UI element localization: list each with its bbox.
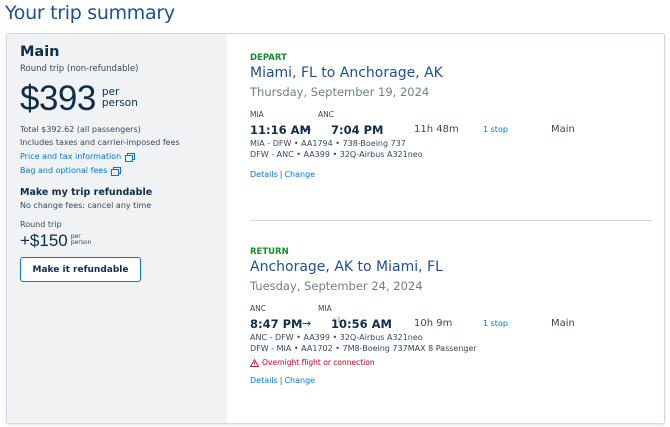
return-route: Anchorage, AK to Miami, FL	[250, 259, 443, 275]
flight-leg: MIA - DFW • AA1794 • 738-Boeing 737	[250, 139, 406, 148]
flight-leg: DFW - MIA • AA1702 • 7M8-Boeing 737MAX 8…	[250, 344, 477, 353]
origin-code: MIA	[250, 110, 264, 119]
price-row: $393 per person	[20, 79, 214, 120]
depart-segment: DEPART Miami, FL to Anchorage, AK Thursd…	[250, 53, 652, 179]
refund-unit-line2: person	[70, 239, 92, 246]
refund-price-row: +$150 per person	[20, 231, 214, 251]
day-difference: +1	[332, 317, 341, 324]
return-segment: RETURN Anchorage, AK to Miami, FL Tuesda…	[250, 247, 652, 385]
page-title: Your trip summary	[5, 2, 175, 24]
return-actions: Details | Change	[250, 376, 652, 385]
change-link[interactable]: Change	[284, 170, 315, 179]
cabin-title: Main	[20, 44, 60, 60]
cabin-class: Main	[551, 318, 575, 329]
refund-title: Make my trip refundable	[20, 187, 153, 198]
flight-leg: ANC - DFW • AA399 • 32Q-Airbus A321neo	[250, 333, 423, 342]
depart-label: DEPART	[250, 53, 287, 63]
return-times-row: 8:47 PM → 10:56 AM +1 10h 9m 1 stop Main	[250, 317, 652, 331]
details-link[interactable]: Details	[250, 376, 278, 385]
return-label: RETURN	[250, 247, 289, 257]
itinerary-panel: DEPART Miami, FL to Anchorage, AK Thursd…	[227, 34, 664, 423]
total-price: Total $392.62 (all passengers)	[20, 125, 141, 134]
price-amount: $393	[20, 79, 96, 118]
departure-time: 8:47 PM	[250, 317, 303, 331]
depart-route: Miami, FL to Anchorage, AK	[250, 65, 443, 81]
trip-summary-card: Main Round trip (non-refundable) $393 pe…	[6, 33, 665, 424]
refund-note: No change fees: cancel any time	[20, 201, 152, 210]
price-summary-panel: Main Round trip (non-refundable) $393 pe…	[7, 34, 227, 423]
refund-price: +$150	[20, 231, 68, 250]
depart-times-row: 11:16 AM → 7:04 PM 11h 48m 1 stop Main	[250, 123, 652, 137]
external-link-icon	[125, 152, 136, 162]
destination-code: MIA	[318, 304, 332, 313]
return-airport-codes: ANC MIA	[250, 304, 652, 314]
origin-code: ANC	[250, 304, 266, 313]
flight-duration: 10h 9m	[414, 318, 453, 329]
trip-type: Round trip (non-refundable)	[20, 64, 139, 74]
arrow-right-icon: →	[302, 123, 312, 136]
price-tax-info-link[interactable]: Price and tax information	[20, 152, 214, 162]
destination-code: ANC	[318, 110, 334, 119]
depart-airport-codes: MIA ANC	[250, 110, 652, 120]
refund-price-unit: per person	[71, 234, 92, 246]
change-link[interactable]: Change	[284, 376, 315, 385]
depart-date: Thursday, September 19, 2024	[250, 85, 430, 99]
stops-link[interactable]: 1 stop	[483, 125, 508, 134]
details-link[interactable]: Details	[250, 170, 278, 179]
warning-triangle-icon	[250, 358, 259, 367]
bag-fees-link[interactable]: Bag and optional fees	[20, 166, 214, 176]
arrow-right-icon: →	[302, 317, 312, 330]
price-tax-info-label: Price and tax information	[20, 152, 122, 161]
link-separator: |	[279, 376, 283, 385]
segment-divider	[250, 220, 652, 221]
depart-actions: Details | Change	[250, 170, 652, 179]
return-date: Tuesday, September 24, 2024	[250, 279, 423, 293]
stops-link[interactable]: 1 stop	[483, 319, 508, 328]
bag-fees-label: Bag and optional fees	[20, 166, 108, 175]
overnight-warning-text: Overnight flight or connection	[262, 358, 375, 367]
overnight-warning: Overnight flight or connection	[250, 358, 652, 367]
external-link-icon	[111, 166, 122, 176]
flight-leg: DFW - ANC • AA399 • 32Q-Airbus A321neo	[250, 150, 423, 159]
price-unit-line2: person	[101, 97, 138, 109]
price-unit: per person	[102, 87, 138, 109]
link-separator: |	[279, 170, 283, 179]
taxes-note: Includes taxes and carrier-imposed fees	[20, 138, 180, 147]
arrival-time: 7:04 PM	[331, 123, 384, 137]
make-refundable-button[interactable]: Make it refundable	[20, 257, 141, 282]
flight-duration: 11h 48m	[414, 124, 459, 135]
round-trip-label: Round trip	[20, 220, 62, 229]
cabin-class: Main	[551, 124, 575, 135]
